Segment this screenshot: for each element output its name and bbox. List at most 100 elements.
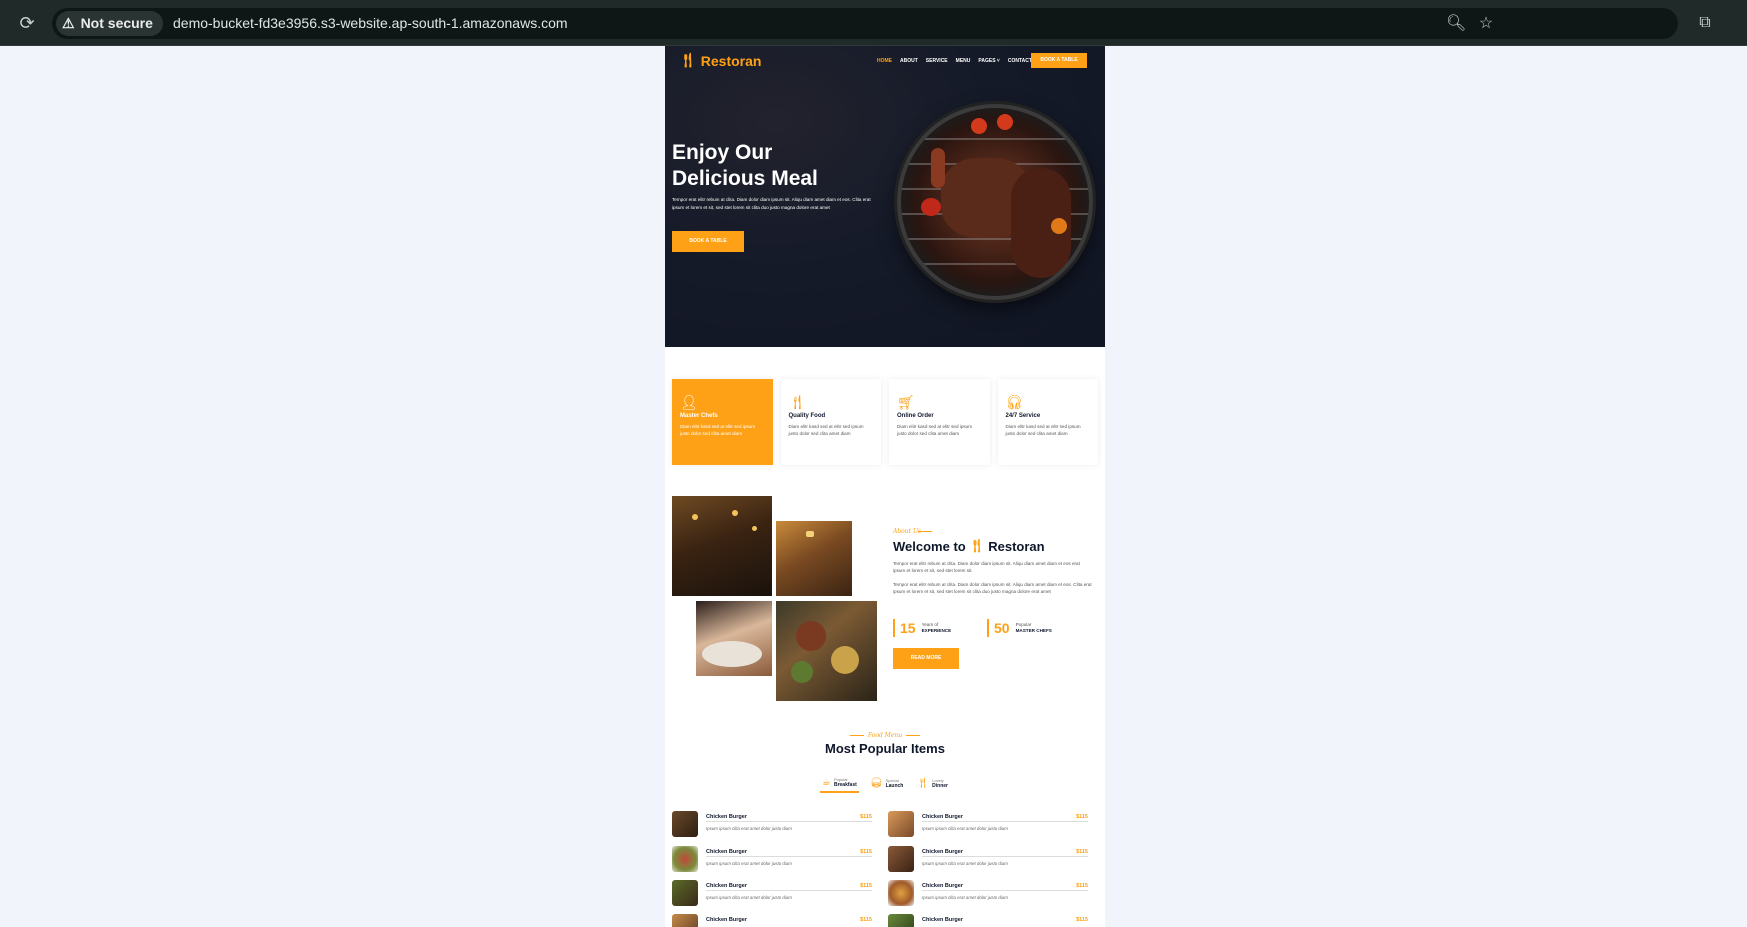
read-more-button[interactable]: READ MORE bbox=[893, 648, 959, 669]
menu-item[interactable]: Chicken Burger $115 bbox=[672, 914, 872, 927]
menu-item[interactable]: Chicken Burger $115 Ipsum ipsum clita er… bbox=[672, 811, 872, 837]
hero-title: Enjoy Our Delicious Meal bbox=[672, 140, 872, 192]
menu-item[interactable]: Chicken Burger $115 bbox=[888, 914, 1088, 927]
menu-title: Most Popular Items bbox=[825, 741, 945, 756]
reload-icon[interactable]: ⟳ bbox=[16, 12, 38, 34]
menu-item-price: $115 bbox=[1076, 814, 1088, 820]
web-page: 🍴︎ Restoran HOME ABOUT SERVICE MENU PAGE… bbox=[665, 46, 1105, 927]
menu-item-divider bbox=[922, 890, 1088, 891]
about-paragraph-2: Tempor erat elitr rebum at clita. Diam d… bbox=[893, 582, 1092, 594]
menu-item-image bbox=[672, 846, 698, 872]
nav-item-menu[interactable]: MENU bbox=[956, 58, 971, 64]
url-text[interactable]: demo-bucket-fd3e3956.s3-website.ap-south… bbox=[173, 8, 568, 39]
menu-item-image bbox=[672, 914, 698, 927]
tab-dinner[interactable]: 🍴︎ Lovely Dinner bbox=[914, 773, 950, 793]
coffee-icon: ☕︎ bbox=[822, 776, 831, 788]
menu-item[interactable]: Chicken Burger $115 Ipsum ipsum clita er… bbox=[888, 880, 1088, 906]
menu-item[interactable]: Chicken Burger $115 Ipsum ipsum clita er… bbox=[672, 846, 872, 872]
menu-item-price: $115 bbox=[1076, 917, 1088, 923]
menu-item-name: Chicken Burger bbox=[706, 883, 747, 889]
about-photo-dining bbox=[696, 601, 772, 676]
menu-item-image bbox=[888, 811, 914, 837]
menu-item-price: $115 bbox=[860, 917, 872, 923]
nav-item-service[interactable]: SERVICE bbox=[926, 58, 948, 64]
stat-experience: 15 Years of EXPERIENCE bbox=[893, 619, 951, 637]
nav-item-pages[interactable]: PAGES ˅ bbox=[978, 58, 999, 64]
zoom-icon[interactable]: 🔍︎ bbox=[1446, 14, 1466, 34]
about-photo-bar bbox=[776, 521, 852, 596]
menu-item-desc: Ipsum ipsum clita erat amet dolor justo … bbox=[922, 895, 1008, 900]
menu-item-divider bbox=[706, 856, 872, 857]
brand-logo[interactable]: 🍴︎ Restoran bbox=[679, 52, 761, 69]
burger-icon: 🍔︎ bbox=[869, 777, 883, 789]
menu-item[interactable]: Chicken Burger $115 Ipsum ipsum clita er… bbox=[672, 880, 872, 906]
hero-title-line2: Delicious Meal bbox=[672, 167, 818, 190]
stat-number: 15 bbox=[900, 620, 916, 636]
nav-item-home[interactable]: HOME bbox=[877, 58, 892, 64]
service-card-quality-food[interactable]: 🍴︎ Quality Food Diam elitr kasd sed at e… bbox=[780, 379, 881, 465]
hero-grill-image bbox=[897, 104, 1093, 300]
about-title-brand: Restoran bbox=[988, 538, 1045, 554]
menu-item-name: Chicken Burger bbox=[706, 849, 747, 855]
service-text: Diam elitr kasd sed at elitr sed ipsum j… bbox=[1005, 424, 1081, 436]
stat-label: Years of EXPERIENCE bbox=[922, 622, 952, 634]
headset-icon: 🎧︎ bbox=[1005, 394, 1024, 410]
security-chip[interactable]: ⚠ Not secure bbox=[56, 11, 163, 36]
tab-breakfast[interactable]: ☕︎ Popular Breakfast bbox=[820, 773, 859, 793]
menu-item[interactable]: Chicken Burger $115 Ipsum ipsum clita er… bbox=[888, 846, 1088, 872]
stat-master-chefs: 50 Popular MASTER CHEFS bbox=[987, 619, 1052, 637]
menu-item-name: Chicken Burger bbox=[922, 814, 963, 820]
service-card-master-chefs[interactable]: 👤︎ Master Chefs Diam elitr kasd sed at e… bbox=[672, 379, 773, 465]
service-card-24-7-service[interactable]: 🎧︎ 24/7 Service Diam elitr kasd sed at e… bbox=[997, 379, 1098, 465]
service-title: 24/7 Service bbox=[1005, 413, 1041, 419]
menu-item-image bbox=[888, 880, 914, 906]
utensils-icon: 🍴︎ bbox=[788, 394, 807, 410]
service-text: Diam elitr kasd sed at elitr sed ipsum j… bbox=[897, 424, 973, 436]
service-card-online-order[interactable]: 🛒︎ Online Order Diam elitr kasd sed at e… bbox=[889, 379, 990, 465]
extensions-icon[interactable]: ⧉ bbox=[1694, 12, 1716, 34]
nav-item-contact[interactable]: CONTACT bbox=[1008, 58, 1032, 64]
menu-item-desc: Ipsum ipsum clita erat amet dolor justo … bbox=[922, 861, 1008, 866]
service-text: Diam elitr kasd sed at elitr sed ipsum j… bbox=[788, 424, 864, 436]
address-bar[interactable]: ⚠ Not secure demo-bucket-fd3e3956.s3-web… bbox=[52, 8, 1678, 39]
menu-item-name: Chicken Burger bbox=[922, 849, 963, 855]
hero-title-line1: Enjoy Our bbox=[672, 141, 773, 164]
menu-item-price: $115 bbox=[860, 814, 872, 820]
about-paragraph-1: Tempor erat elitr rebum at clita. Diam d… bbox=[893, 561, 1080, 573]
service-title: Quality Food bbox=[788, 413, 826, 419]
about-tag: About Us bbox=[893, 528, 922, 535]
browser-toolbar: ⟳ ⚠ Not secure demo-bucket-fd3e3956.s3-w… bbox=[0, 0, 1747, 46]
menu-tabs: ☕︎ Popular Breakfast 🍔︎ Special Launch 🍴… bbox=[820, 773, 950, 795]
main-nav: HOME ABOUT SERVICE MENU PAGES ˅ CONTACT bbox=[877, 58, 1032, 64]
menu-item-price: $115 bbox=[860, 883, 872, 889]
hero-text: Tempor erat elitr rebum at clita. Diam d… bbox=[672, 197, 871, 210]
menu-item-price: $115 bbox=[1076, 849, 1088, 855]
menu-tag: Food Menu bbox=[665, 732, 1105, 739]
tab-launch[interactable]: 🍔︎ Special Launch bbox=[868, 773, 905, 793]
utensils-icon: 🍴︎ bbox=[679, 52, 697, 68]
menu-item-desc: Ipsum ipsum clita erat amet dolor justo … bbox=[706, 895, 792, 900]
menu-item-divider bbox=[706, 890, 872, 891]
star-icon[interactable]: ☆ bbox=[1476, 14, 1496, 34]
about-photo-food bbox=[776, 601, 877, 701]
tab-big-label: Launch bbox=[885, 782, 904, 789]
nav-item-about[interactable]: ABOUT bbox=[900, 58, 918, 64]
utensils-icon: 🍴︎ bbox=[968, 538, 986, 553]
menu-item-name: Chicken Burger bbox=[922, 917, 963, 923]
menu-item-desc: Ipsum ipsum clita erat amet dolor justo … bbox=[706, 861, 792, 866]
service-text: Diam elitr kasd sed at elitr sed ipsum j… bbox=[680, 424, 756, 436]
menu-item-divider bbox=[922, 856, 1088, 857]
menu-item-price: $115 bbox=[860, 849, 872, 855]
service-title: Online Order bbox=[897, 413, 934, 419]
utensils-icon: 🍴︎ bbox=[916, 777, 930, 789]
book-table-nav-button[interactable]: BOOK A TABLE bbox=[1031, 53, 1087, 68]
menu-item-image bbox=[888, 846, 914, 872]
about-tag-line bbox=[918, 531, 932, 532]
about-title-prefix: Welcome to bbox=[893, 538, 966, 554]
menu-item[interactable]: Chicken Burger $115 Ipsum ipsum clita er… bbox=[888, 811, 1088, 837]
stat-number: 50 bbox=[994, 620, 1010, 636]
hero-section: 🍴︎ Restoran HOME ABOUT SERVICE MENU PAGE… bbox=[665, 46, 1105, 347]
brand-name: Restoran bbox=[700, 52, 762, 69]
menu-item-name: Chicken Burger bbox=[922, 883, 963, 889]
book-table-hero-button[interactable]: BOOK A TABLE bbox=[672, 231, 744, 252]
